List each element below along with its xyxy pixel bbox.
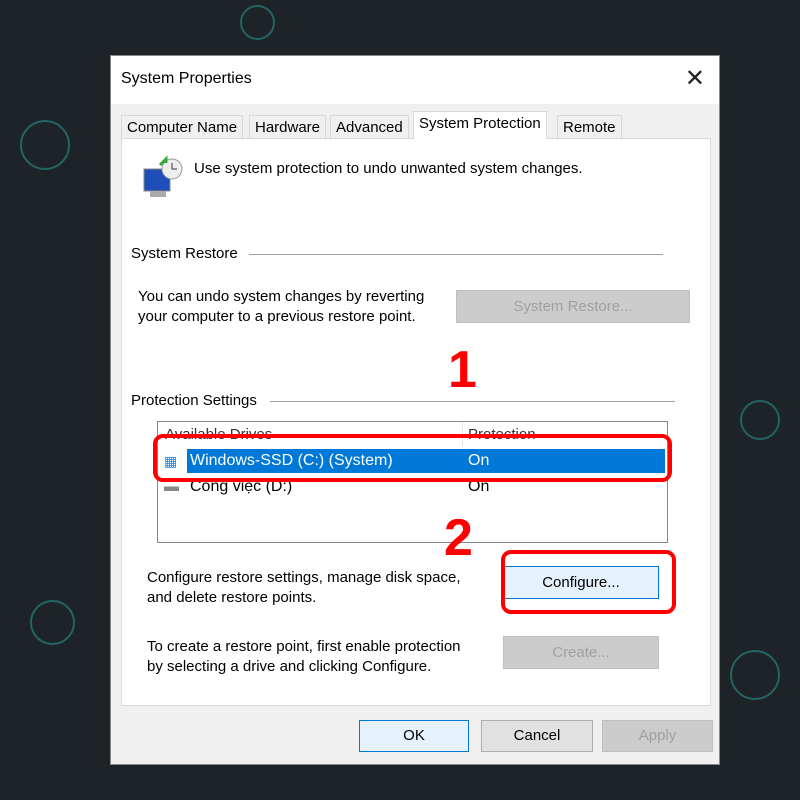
restore-description-2: your computer to a previous restore poin… — [138, 308, 416, 325]
title-bar: System Properties ✕ — [111, 56, 719, 104]
doodle — [740, 400, 780, 440]
protection-settings-group-label: Protection Settings — [131, 392, 257, 409]
tab-remote[interactable]: Remote — [557, 115, 622, 138]
ok-button[interactable]: OK — [359, 720, 469, 752]
cancel-button[interactable]: Cancel — [481, 720, 593, 752]
close-icon[interactable]: ✕ — [685, 64, 705, 93]
tab-advanced[interactable]: Advanced — [330, 115, 409, 138]
system-restore-group-label: System Restore — [131, 245, 238, 262]
tab-panel: Use system protection to undo unwanted s… — [121, 138, 711, 706]
system-restore-button[interactable]: System Restore... — [456, 290, 690, 323]
divider — [249, 254, 663, 255]
annotation-number-1: 1 — [448, 341, 477, 399]
tab-system-protection[interactable]: System Protection — [413, 111, 547, 139]
annotation-number-2: 2 — [444, 509, 473, 567]
create-description-2: by selecting a drive and clicking Config… — [147, 658, 432, 675]
system-protection-icon — [143, 155, 183, 197]
create-button[interactable]: Create... — [503, 636, 659, 669]
doodle — [30, 600, 75, 645]
create-description-1: To create a restore point, first enable … — [147, 638, 461, 655]
doodle — [730, 650, 780, 700]
tab-hardware[interactable]: Hardware — [249, 115, 327, 138]
configure-description-2: and delete restore points. — [147, 589, 317, 606]
configure-description-1: Configure restore settings, manage disk … — [147, 569, 461, 586]
tab-computer-name[interactable]: Computer Name — [121, 115, 244, 138]
annotation-highlight-configure — [501, 550, 676, 614]
restore-description-1: You can undo system changes by reverting — [138, 288, 425, 305]
doodle — [240, 5, 275, 40]
divider — [270, 401, 675, 402]
annotation-highlight-drive — [153, 434, 672, 482]
system-properties-dialog: System Properties ✕ Computer Name Hardwa… — [110, 55, 720, 765]
header-text: Use system protection to undo unwanted s… — [194, 160, 583, 177]
doodle — [20, 120, 70, 170]
apply-button[interactable]: Apply — [602, 720, 713, 752]
window-title: System Properties — [121, 70, 252, 87]
